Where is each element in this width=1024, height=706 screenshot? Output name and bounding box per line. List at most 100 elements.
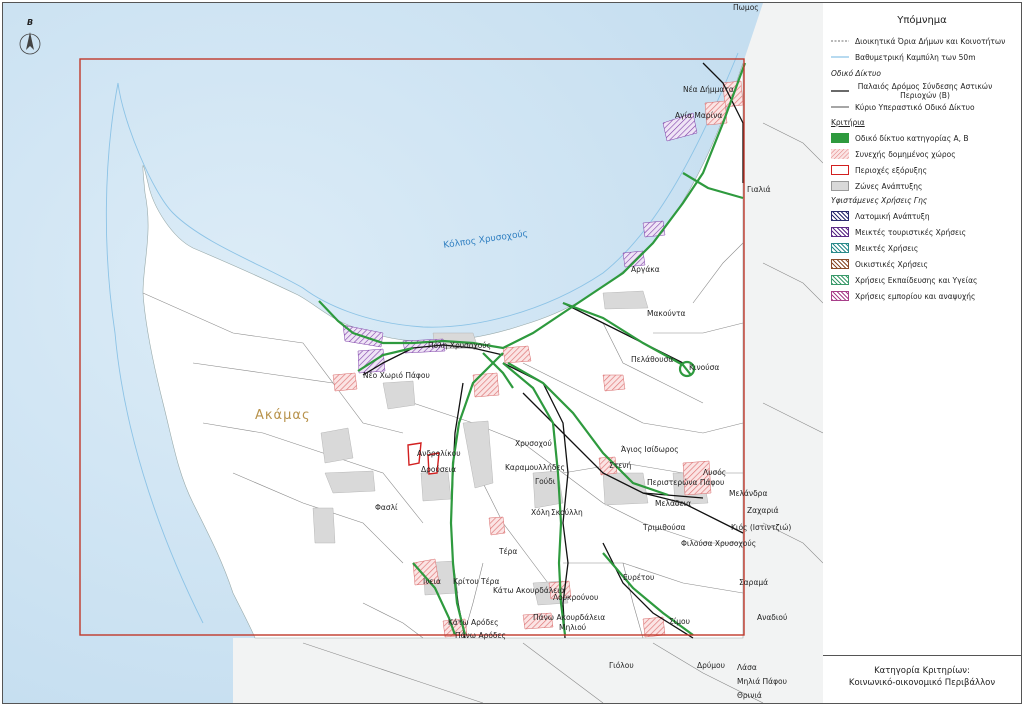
place-label: Ινεια bbox=[423, 577, 441, 586]
legend-label: Οικιστικές Χρήσεις bbox=[855, 259, 928, 269]
legend-bathymetric: Βαθυμετρική Καμπύλη των 50m bbox=[831, 52, 976, 62]
place-label: Γιόλου bbox=[609, 661, 634, 670]
grey-fill-icon bbox=[831, 181, 849, 191]
place-label: Ζαχαριά bbox=[747, 506, 779, 515]
legend-lu-residential: Οικιστικές Χρήσεις bbox=[831, 259, 928, 269]
place-label: Νέα Δήμματα bbox=[683, 85, 734, 94]
legend-label: Χρήσεις Εκπαίδευσης και Υγείας bbox=[855, 275, 978, 285]
navy-hatch-icon bbox=[831, 211, 849, 221]
place-label: Μελάνδρα bbox=[729, 489, 768, 498]
brown-hatch-icon bbox=[831, 259, 849, 269]
legend-label: Περιοχές εξόρυξης bbox=[855, 165, 928, 175]
place-label: Άγιος Ισίδωρος bbox=[621, 445, 679, 454]
legend-road-ab: Οδικό δίκτυο κατηγορίας Α, Β bbox=[831, 133, 969, 143]
place-label: Πάνω Αρόδες bbox=[455, 631, 506, 640]
place-label: Νέο Χωριό Πάφου bbox=[363, 371, 430, 380]
category-line1: Κατηγορία Κριτηρίων: bbox=[874, 666, 970, 676]
place-label: Δρούσεια bbox=[421, 465, 457, 474]
category-line2: Κοινωνικό-οικονομικό Περιβάλλον bbox=[848, 678, 996, 688]
teal-hatch-icon bbox=[831, 243, 849, 253]
legend-label: Λατομική Ανάπτυξη bbox=[855, 211, 930, 221]
place-label: Τέρα bbox=[499, 547, 518, 556]
legend-label: Μεικτές Χρήσεις bbox=[855, 243, 919, 253]
place-label: Τριμιθούσα bbox=[643, 523, 686, 532]
place-label: Μηλιά Πάφου bbox=[737, 677, 787, 686]
place-label: Μηλιού bbox=[559, 623, 587, 632]
place-label: Χόλη bbox=[531, 508, 550, 517]
place-label: Στενή bbox=[609, 461, 632, 470]
red-outline-icon bbox=[831, 165, 849, 175]
legend-lu-quarry-dev: Λατομική Ανάπτυξη bbox=[831, 211, 930, 221]
legend-old-road: Παλαιός Δρόμος Σύνδεσης Αστικών Περιοχών… bbox=[831, 82, 1011, 100]
place-label: Ευρέτου bbox=[623, 573, 655, 582]
legend-land-use-heading: Υφιστάμενες Χρήσεις Γης bbox=[831, 196, 928, 205]
place-label: Μακούντα bbox=[647, 309, 686, 318]
place-label: Μελάδεια bbox=[655, 499, 692, 508]
area-label-akamas: Ακάμας bbox=[255, 408, 311, 423]
legend-built-area: Συνεχής δομημένος χώρος bbox=[831, 149, 956, 159]
legend-lu-mixed-tourist: Μεικτές τουριστικές Χρήσεις bbox=[831, 227, 966, 237]
green-fill-icon bbox=[831, 133, 849, 143]
legend-lu-education: Χρήσεις Εκπαίδευσης και Υγείας bbox=[831, 275, 977, 285]
legend-label: Οδικό δίκτυο κατηγορίας Α, Β bbox=[855, 133, 969, 143]
blue-line-icon bbox=[831, 52, 849, 62]
map-canvas bbox=[3, 3, 823, 703]
place-label: Πωμος bbox=[733, 3, 759, 12]
place-label: Σαραμά bbox=[739, 578, 769, 587]
place-label: Δρύμου bbox=[697, 661, 725, 670]
place-label: Σκούλλη bbox=[551, 508, 583, 517]
place-label: Θρινιά bbox=[737, 691, 762, 700]
place-label: Φιλούσα Χρυσοχούς bbox=[681, 539, 757, 548]
legend-label: Μεικτές τουριστικές Χρήσεις bbox=[855, 227, 967, 237]
place-label: Σίμου bbox=[669, 617, 690, 626]
red-hatch-icon bbox=[831, 149, 849, 159]
place-label: Κάτω Αρόδες bbox=[448, 618, 499, 627]
place-label: Αργάκα bbox=[631, 265, 660, 274]
place-label: Πόλη Χρυσοχούς bbox=[428, 341, 492, 350]
legend-label: Κύριο Υπεραστικό Οδικό Δίκτυο bbox=[855, 102, 975, 112]
legend-dev-zones: Ζώνες Ανάπτυξης bbox=[831, 181, 922, 191]
legend-label: Συνεχής δομημένος χώρος bbox=[855, 149, 956, 159]
legend-label: Παλαιός Δρόμος Σύνδεσης Αστικών Περιοχών… bbox=[857, 82, 993, 100]
legend-main-road: Κύριο Υπεραστικό Οδικό Δίκτυο bbox=[831, 102, 975, 112]
place-label: Ανδρολίκου bbox=[417, 449, 461, 458]
black-line-icon bbox=[831, 102, 849, 112]
legend-lu-mixed: Μεικτές Χρήσεις bbox=[831, 243, 918, 253]
legend-label: Διοικητικά Όρια Δήμων και Κοινοτήτων bbox=[855, 36, 1006, 46]
place-label: Πάνω Ακουρδάλεια bbox=[533, 613, 606, 622]
legend-road-network-heading: Οδικό Δίκτυο bbox=[831, 69, 881, 78]
north-arrow-icon: B bbox=[19, 18, 41, 55]
legend-label: Βαθυμετρική Καμπύλη των 50m bbox=[855, 52, 976, 62]
place-label: Καραμουλλήδες bbox=[505, 463, 565, 472]
place-label: Χρυσοχού bbox=[515, 439, 552, 448]
place-label: Αναδιού bbox=[757, 613, 788, 622]
black-line-icon bbox=[831, 86, 849, 96]
place-label: Λυσός bbox=[703, 468, 727, 477]
legend-admin-boundaries: Διοικητικά Όρια Δήμων και Κοινοτήτων bbox=[831, 36, 1005, 46]
place-label: Πελάθουσα bbox=[631, 355, 674, 364]
place-label: Κιός (Ιστιντζιώ) bbox=[731, 523, 792, 532]
dashed-line-icon bbox=[831, 36, 849, 46]
legend-panel: Υπόμνημα Διοικητικά Όρια Δήμων και Κοινο… bbox=[823, 2, 1022, 656]
legend-criteria-heading: Κριτήρια bbox=[831, 118, 865, 127]
legend-quarry: Περιοχές εξόρυξης bbox=[831, 165, 927, 175]
magenta-hatch-icon bbox=[831, 291, 849, 301]
place-label: Λάσα bbox=[737, 663, 757, 672]
place-label: Κρίτου Τέρα bbox=[453, 577, 500, 586]
map-frame[interactable]: B Κόλπος Χρυσοχούς Ακάμας Πωμος Νέα Δήμμ… bbox=[2, 2, 824, 704]
legend-title: Υπόμνημα bbox=[897, 15, 947, 26]
place-label: Γιαλιά bbox=[747, 185, 771, 194]
place-label: Λουκρούνου bbox=[553, 593, 599, 602]
green-hatch-icon bbox=[831, 275, 849, 285]
place-label: Φασλί bbox=[375, 503, 398, 512]
north-label: B bbox=[27, 18, 33, 27]
legend-label: Χρήσεις εμπορίου και αναψυχής bbox=[855, 291, 976, 301]
legend-label: Ζώνες Ανάπτυξης bbox=[855, 181, 923, 191]
place-label: Κινούσα bbox=[689, 363, 720, 372]
place-label: Γούδι bbox=[535, 477, 556, 486]
purple-hatch-icon bbox=[831, 227, 849, 237]
place-label: Αγία Μαρίνα bbox=[675, 111, 723, 120]
place-label: Περιστερώνα Πάφου bbox=[647, 478, 725, 487]
legend-lu-commerce: Χρήσεις εμπορίου και αναψυχής bbox=[831, 291, 975, 301]
criteria-category-box: Κατηγορία Κριτηρίων: Κοινωνικό-οικονομικ… bbox=[823, 655, 1022, 704]
